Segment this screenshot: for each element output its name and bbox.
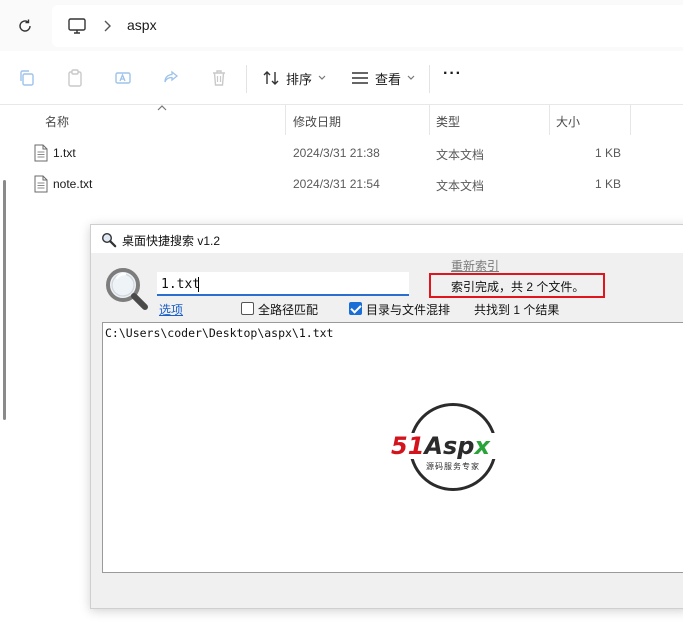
chevron-down-icon [318, 75, 326, 80]
column-divider[interactable] [285, 105, 286, 135]
brand-watermark: 51Aspx 源码服务专家 [387, 403, 515, 495]
navigation-pane-edge [0, 105, 12, 629]
command-bar: 排序 查看 ··· [0, 51, 683, 105]
delete-icon[interactable] [209, 68, 229, 88]
chevron-right-icon[interactable] [101, 18, 113, 34]
view-label: 查看 [375, 71, 402, 87]
column-divider[interactable] [429, 105, 430, 135]
toolbar-divider [429, 65, 430, 93]
result-item[interactable]: C:\Users\coder\Desktop\aspx\1.txt [105, 326, 333, 340]
column-header-type[interactable]: 类型 [436, 113, 460, 130]
full-path-match-checkbox[interactable] [241, 302, 254, 315]
more-options-button[interactable]: ··· [443, 65, 462, 83]
reindex-link[interactable]: 重新索引 [451, 257, 499, 274]
view-list-icon [352, 72, 368, 84]
share-icon[interactable] [161, 68, 181, 88]
toolbar-divider [246, 65, 247, 93]
computer-icon[interactable] [67, 16, 87, 36]
text-cursor [198, 277, 199, 292]
file-modified: 2024/3/31 21:38 [293, 146, 380, 160]
copy-icon[interactable] [17, 68, 37, 88]
file-type: 文本文档 [436, 148, 485, 162]
column-header-size[interactable]: 大小 [556, 113, 580, 130]
mix-dirs-files-checkbox[interactable] [349, 302, 362, 315]
result-count: 共找到 1 个结果 [474, 303, 560, 317]
search-input[interactable] [157, 272, 409, 296]
sort-button[interactable]: 排序 [262, 66, 326, 90]
file-list-header: 名称 修改日期 类型 大小 [14, 105, 683, 135]
address-bar: aspx [0, 0, 683, 51]
watermark-tagline: 源码服务专家 [426, 462, 480, 471]
sort-icon [263, 71, 279, 85]
column-header-modified[interactable]: 修改日期 [293, 113, 341, 130]
file-modified: 2024/3/31 21:54 [293, 177, 380, 191]
text-file-icon [34, 175, 48, 193]
text-file-icon [34, 144, 48, 162]
vertical-scrollbar[interactable] [3, 180, 6, 420]
app-title-bar[interactable]: 桌面快捷搜索 v1.2 [91, 225, 683, 253]
index-status: 索引完成，共 2 个文件。 [429, 273, 605, 298]
column-header-name[interactable]: 名称 [45, 113, 69, 130]
watermark-logo: 51Aspx [387, 433, 515, 459]
breadcrumb-current-folder[interactable]: aspx [127, 17, 157, 33]
results-list[interactable]: C:\Users\coder\Desktop\aspx\1.txt 51Aspx… [102, 322, 683, 573]
app-title: 桌面快捷搜索 v1.2 [122, 234, 221, 248]
search-magnifier-icon [104, 266, 150, 312]
column-divider[interactable] [630, 105, 631, 135]
mix-dirs-files-label[interactable]: 目录与文件混排 [366, 301, 450, 318]
file-row[interactable]: note.txt 2024/3/31 21:54 文本文档 1 KB [14, 169, 683, 199]
sort-label: 排序 [286, 71, 313, 87]
chevron-down-icon [407, 75, 415, 80]
rename-icon[interactable] [113, 68, 133, 88]
file-type: 文本文档 [436, 179, 485, 193]
file-size: 1 KB [595, 146, 622, 160]
file-name: note.txt [53, 177, 93, 191]
full-path-match-label[interactable]: 全路径匹配 [258, 301, 318, 318]
file-size: 1 KB [595, 177, 622, 191]
magnifier-icon [101, 232, 117, 248]
options-link[interactable]: 选项 [159, 301, 183, 318]
view-button[interactable]: 查看 [351, 66, 415, 90]
search-app-window: 桌面快捷搜索 v1.2 重新索引 索引完成，共 2 个文件。 选项 全路径匹配 … [90, 224, 683, 609]
file-row[interactable]: 1.txt 2024/3/31 21:38 文本文档 1 KB [14, 138, 683, 168]
column-divider[interactable] [549, 105, 550, 135]
paste-icon[interactable] [65, 68, 85, 88]
refresh-icon[interactable] [15, 16, 35, 36]
file-name: 1.txt [53, 146, 76, 160]
